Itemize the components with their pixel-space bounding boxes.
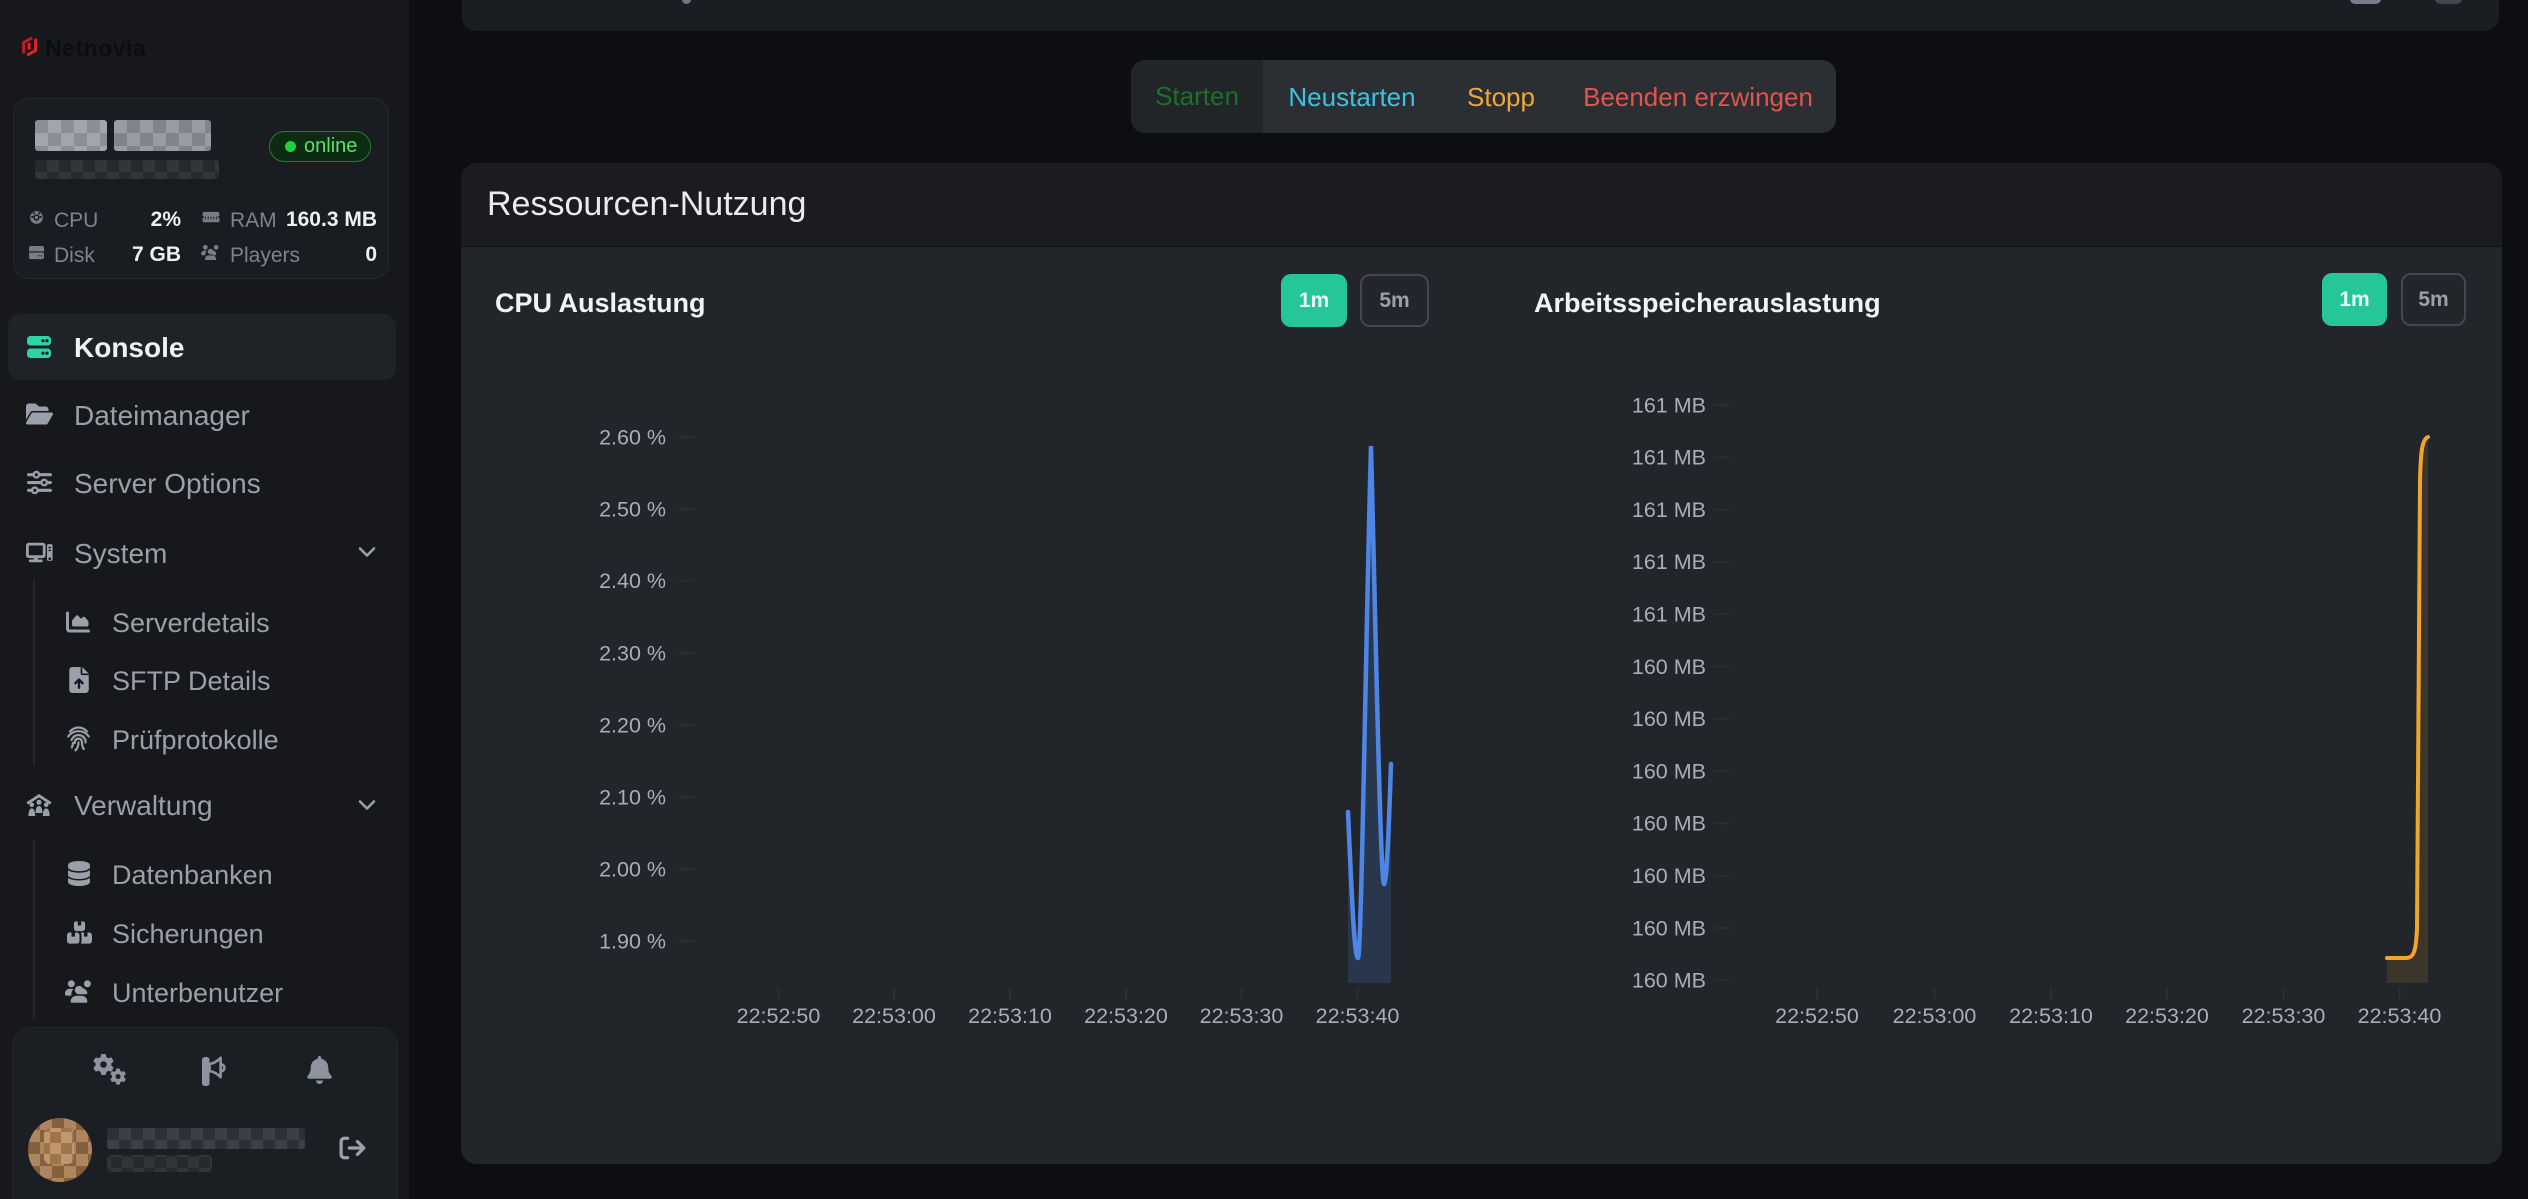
svg-text:22:53:20: 22:53:20 [2125, 1004, 2209, 1028]
svg-text:2.20 %: 2.20 % [599, 714, 666, 738]
svg-text:2.00 %: 2.00 % [599, 858, 666, 882]
svg-text:161 MB: 161 MB [1632, 603, 1706, 627]
svg-text:160 MB: 160 MB [1632, 864, 1706, 888]
svg-text:160 MB: 160 MB [1632, 812, 1706, 836]
svg-text:22:52:50: 22:52:50 [737, 1004, 821, 1028]
svg-text:161 MB: 161 MB [1632, 550, 1706, 574]
svg-text:22:53:00: 22:53:00 [852, 1004, 936, 1028]
svg-text:2.40 %: 2.40 % [599, 569, 666, 593]
svg-text:2.10 %: 2.10 % [599, 786, 666, 810]
svg-text:22:53:30: 22:53:30 [2242, 1004, 2326, 1028]
svg-text:160 MB: 160 MB [1632, 916, 1706, 940]
svg-text:2.50 %: 2.50 % [599, 498, 666, 522]
svg-text:22:52:50: 22:52:50 [1775, 1004, 1859, 1028]
svg-text:22:53:40: 22:53:40 [2358, 1004, 2442, 1028]
svg-text:2.60 %: 2.60 % [599, 426, 666, 450]
svg-text:160 MB: 160 MB [1632, 707, 1706, 731]
svg-text:22:53:10: 22:53:10 [968, 1004, 1052, 1028]
svg-text:160 MB: 160 MB [1632, 969, 1706, 993]
svg-text:161 MB: 161 MB [1632, 498, 1706, 522]
svg-text:2.30 %: 2.30 % [599, 642, 666, 666]
svg-text:22:53:30: 22:53:30 [1200, 1004, 1284, 1028]
svg-text:160 MB: 160 MB [1632, 759, 1706, 783]
svg-text:1.90 %: 1.90 % [599, 930, 666, 954]
svg-text:161 MB: 161 MB [1632, 446, 1706, 470]
svg-text:160 MB: 160 MB [1632, 655, 1706, 679]
svg-text:22:53:00: 22:53:00 [1893, 1004, 1977, 1028]
svg-text:22:53:20: 22:53:20 [1084, 1004, 1168, 1028]
svg-text:22:53:10: 22:53:10 [2009, 1004, 2093, 1028]
svg-text:161 MB: 161 MB [1632, 393, 1706, 417]
svg-text:22:53:40: 22:53:40 [1316, 1004, 1400, 1028]
